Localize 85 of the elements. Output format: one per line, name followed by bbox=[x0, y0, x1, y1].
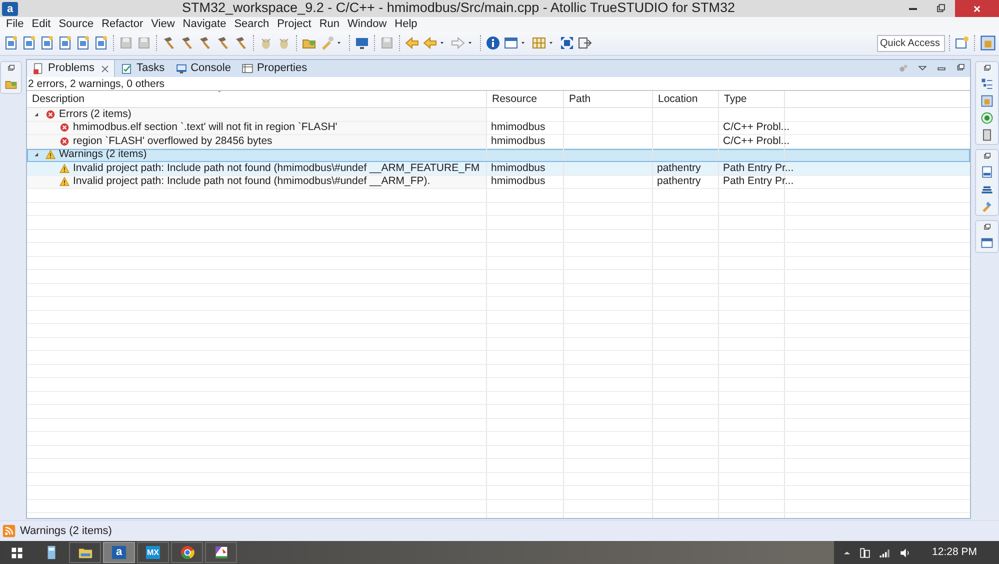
problem-description: Invalid project path: Include path not found (hmimodbus\#undef __ARM_FEATURE_FM bbox=[73, 162, 480, 175]
column-header[interactable]: Resource bbox=[487, 91, 564, 107]
resource-name: hmimodbus bbox=[491, 162, 546, 175]
book-icon[interactable] bbox=[980, 128, 994, 142]
view-tab[interactable]: Console bbox=[170, 60, 236, 77]
tab-close-icon[interactable] bbox=[101, 64, 110, 72]
new-file-icon[interactable] bbox=[3, 35, 19, 51]
column-header[interactable]: Location bbox=[653, 91, 719, 107]
pin-icon[interactable] bbox=[980, 199, 994, 213]
taskbar-app[interactable]: a bbox=[103, 542, 135, 563]
view-tab[interactable]: Problems bbox=[27, 60, 116, 77]
error-icon bbox=[59, 136, 70, 147]
error-icon bbox=[45, 108, 56, 120]
problem-type: C/C++ Probl... bbox=[723, 121, 790, 134]
menu-item[interactable]: View bbox=[147, 17, 179, 31]
location-text: pathentry bbox=[657, 162, 701, 175]
location-text: pathentry bbox=[657, 175, 701, 188]
problem-type: Path Entry Pr... bbox=[723, 162, 794, 175]
column-header[interactable]: Type bbox=[719, 91, 785, 107]
menu-item[interactable]: Window bbox=[344, 17, 391, 31]
menu-item[interactable]: Project bbox=[273, 17, 316, 31]
new-file-icon[interactable] bbox=[75, 35, 91, 51]
paint-icon bbox=[214, 545, 228, 560]
menu-item[interactable]: Help bbox=[390, 17, 422, 31]
new-file-icon[interactable] bbox=[39, 35, 55, 51]
group-label: Warnings (2 items) bbox=[59, 148, 147, 162]
problem-description: region `FLASH' overflowed by 28456 bytes bbox=[73, 134, 272, 148]
status-text: Warnings (2 items) bbox=[20, 524, 112, 539]
window-icon[interactable] bbox=[503, 35, 519, 51]
warning-icon bbox=[45, 149, 56, 160]
taskbar-app[interactable]: MX bbox=[137, 542, 169, 563]
resource-name: hmimodbus bbox=[491, 121, 546, 134]
arrow-icon[interactable] bbox=[404, 35, 420, 51]
problem-description: hmimodbus.elf section `.text' will not fit in region `FLASH' bbox=[73, 121, 338, 134]
warning-icon bbox=[59, 162, 70, 174]
table-icon bbox=[240, 62, 254, 75]
perspective-icon[interactable] bbox=[979, 34, 997, 52]
windows-icon bbox=[10, 546, 24, 560]
problem-description: Invalid project path: Include path not found (hmimodbus\#undef __ARM_FP). bbox=[73, 175, 430, 188]
taskbar-app[interactable] bbox=[69, 542, 101, 563]
browser-icon bbox=[180, 545, 194, 560]
device-icon[interactable] bbox=[858, 546, 872, 560]
document-icon bbox=[32, 62, 45, 75]
feed-icon bbox=[2, 524, 16, 538]
tree-row[interactable]: Warnings (2 items) bbox=[27, 148, 970, 162]
menu-item[interactable]: Source bbox=[54, 17, 98, 31]
info-icon[interactable] bbox=[485, 35, 501, 51]
group-label: Errors (2 items) bbox=[59, 108, 132, 121]
taskbar-app[interactable] bbox=[205, 542, 237, 563]
fullscreen-icon[interactable] bbox=[559, 35, 575, 51]
view-tab[interactable]: Properties bbox=[236, 60, 312, 77]
menu-item[interactable]: File bbox=[2, 17, 28, 31]
tree-row[interactable]: Invalid project path: Include path not found (hmimodbus\#undef __ARM_FP). hmimodbus pathentry Path Entry Pr... bbox=[27, 176, 970, 189]
quick-access-field[interactable]: Quick Access bbox=[877, 34, 945, 52]
column-header[interactable]: Path bbox=[564, 91, 653, 107]
tree-row[interactable]: region `FLASH' overflowed by 28456 bytes hmimodbus C/C++ Probl... bbox=[27, 135, 970, 148]
window-title: STM32_workspace_9.2 - C/C++ - hmimodbus/Src/main.cpp - Atollic TrueSTUDIO for STM32 bbox=[181, 0, 736, 18]
menu-item[interactable]: Refactor bbox=[98, 17, 148, 31]
tree-row[interactable]: Invalid project path: Include path not found (hmimodbus\#undef __ARM_FEATURE_FM hmimodbus pathentry Path Entry Pr... bbox=[27, 162, 970, 176]
resource-name: hmimodbus bbox=[491, 175, 546, 188]
checklist-icon bbox=[120, 62, 134, 75]
problem-type: Path Entry Pr... bbox=[723, 175, 794, 188]
window-icon[interactable] bbox=[980, 236, 994, 250]
monitor-icon[interactable] bbox=[354, 35, 370, 51]
outline-icon[interactable] bbox=[980, 77, 994, 91]
open-perspective-icon[interactable] bbox=[954, 35, 970, 51]
clock[interactable]: 12:28 PM bbox=[932, 544, 977, 560]
menu-item[interactable]: Edit bbox=[28, 17, 55, 31]
warning-icon bbox=[59, 176, 70, 188]
app-logo: MX bbox=[146, 546, 160, 559]
exit-icon[interactable] bbox=[577, 35, 593, 51]
taskbar-app[interactable] bbox=[171, 542, 203, 563]
menu-item[interactable]: Search bbox=[230, 17, 274, 31]
view-tab[interactable]: Tasks bbox=[115, 60, 170, 77]
app-logo: a bbox=[112, 546, 126, 559]
menu-item[interactable]: Run bbox=[315, 17, 344, 31]
tree-row[interactable]: Errors (2 items) bbox=[27, 108, 970, 122]
menu-item[interactable]: Navigate bbox=[178, 17, 230, 31]
minimize-icon bbox=[909, 8, 917, 10]
target-icon[interactable] bbox=[980, 111, 994, 125]
error-icon bbox=[59, 122, 70, 134]
problem-type: C/C++ Probl... bbox=[723, 134, 790, 148]
app-logo: a bbox=[2, 2, 18, 16]
tree-row[interactable]: hmimodbus.elf section `.text' will not fit in region `FLASH' hmimodbus C/C++ Probl... bbox=[27, 122, 970, 135]
resource-name: hmimodbus bbox=[491, 134, 546, 148]
